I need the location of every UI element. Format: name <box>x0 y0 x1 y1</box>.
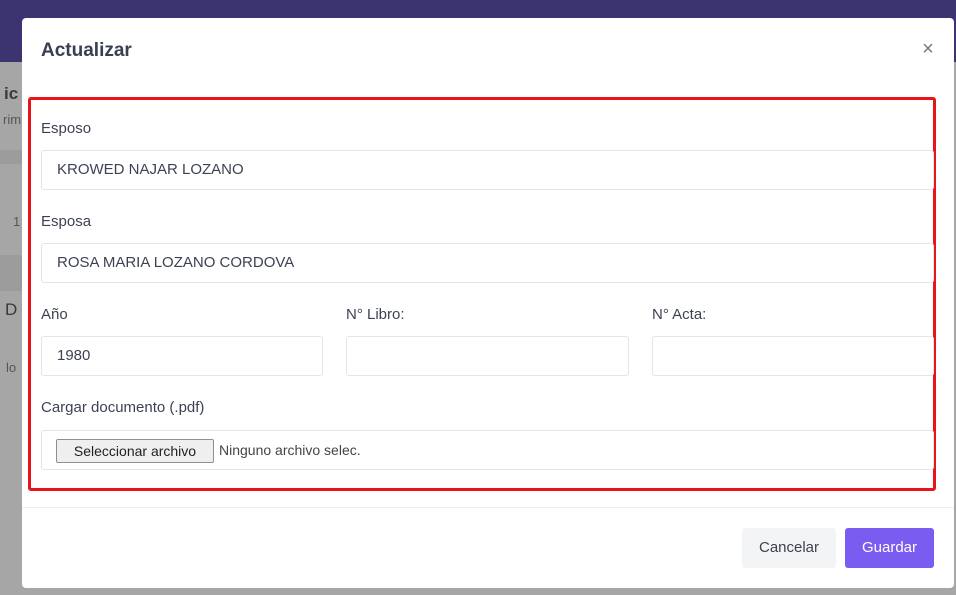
bg-heading-fragment: ic <box>4 84 19 103</box>
file-status-text: Ninguno archivo selec. <box>219 442 361 458</box>
cancel-button[interactable]: Cancelar <box>742 528 836 568</box>
update-modal: Actualizar × Esposo KROWED NAJAR LOZANO … <box>22 18 954 588</box>
acta-label: N° Acta: <box>652 306 707 323</box>
esposo-label: Esposo <box>41 120 92 137</box>
esposa-label: Esposa <box>41 213 92 230</box>
close-icon[interactable]: × <box>918 38 938 60</box>
bg-column-fragment: D <box>5 300 18 319</box>
save-button[interactable]: Guardar <box>845 528 934 568</box>
select-file-button[interactable]: Seleccionar archivo <box>56 439 214 463</box>
bg-count-fragment: 1 <box>13 214 21 229</box>
documento-label: Cargar documento (.pdf) <box>41 399 205 416</box>
document-file-input: Seleccionar archivo Ninguno archivo sele… <box>41 430 934 470</box>
anio-input[interactable]: 1980 <box>41 336 323 376</box>
libro-input[interactable] <box>346 336 629 376</box>
bg-cell-fragment: lo <box>6 360 17 375</box>
bg-subtitle-fragment: rim <box>3 112 22 127</box>
modal-header: Actualizar × <box>22 18 954 86</box>
libro-label: N° Libro: <box>346 306 405 323</box>
esposa-input[interactable]: ROSA MARIA LOZANO CORDOVA <box>41 243 934 283</box>
acta-input[interactable] <box>652 336 934 376</box>
anio-label: Año <box>41 306 68 323</box>
modal-title: Actualizar <box>41 40 132 61</box>
modal-footer-divider <box>22 507 954 508</box>
esposo-input[interactable]: KROWED NAJAR LOZANO <box>41 150 934 190</box>
